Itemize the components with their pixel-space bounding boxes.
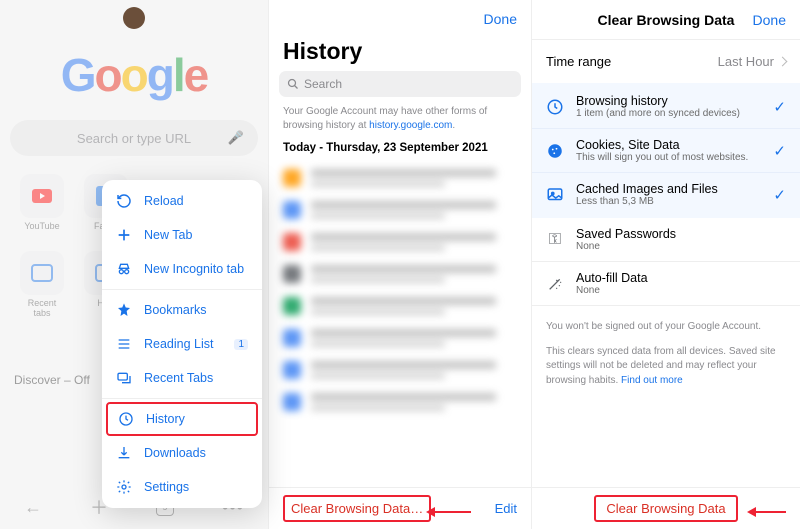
- history-item[interactable]: [269, 386, 531, 418]
- date-header: Today - Thursday, 23 September 2021: [269, 136, 531, 162]
- clear-browsing-data-button[interactable]: Clear Browsing Data…: [283, 495, 431, 522]
- recent-icon: [116, 370, 132, 386]
- done-button[interactable]: Done: [484, 11, 517, 27]
- gear-icon: [116, 479, 132, 495]
- time-range-label: Time range: [546, 54, 611, 69]
- discover-label: Discover – Off: [14, 373, 90, 387]
- back-button[interactable]: ←: [24, 497, 42, 518]
- history-google-link[interactable]: history.google.com: [369, 120, 452, 131]
- reading-badge: 1: [234, 339, 248, 350]
- options-selected-group: Browsing history1 item (and more on sync…: [532, 83, 800, 218]
- plus-icon: [116, 227, 132, 243]
- history-footer: Clear Browsing Data… Edit: [269, 487, 531, 529]
- history-item[interactable]: [269, 194, 531, 226]
- history-note: Your Google Account may have other forms…: [269, 97, 531, 136]
- omnibox-placeholder: Search or type URL: [77, 131, 191, 146]
- menu-settings[interactable]: Settings: [102, 470, 262, 504]
- cookie-icon: [546, 142, 564, 160]
- annotation-arrow: [426, 507, 471, 517]
- find-out-more-link[interactable]: Find out more: [621, 375, 683, 386]
- clear-data-panel: Clear Browsing Data Done Time range Last…: [532, 0, 800, 529]
- wand-icon: [546, 275, 564, 293]
- tile-youtube[interactable]: YouTube: [20, 174, 64, 231]
- time-range-value: Last Hour: [718, 54, 786, 69]
- search-placeholder: Search: [304, 77, 342, 91]
- history-item[interactable]: [269, 226, 531, 258]
- time-range-row[interactable]: Time range Last Hour: [532, 40, 800, 83]
- star-icon: [116, 302, 132, 318]
- history-icon: [118, 411, 134, 427]
- download-icon: [116, 445, 132, 461]
- note-sync: This clears synced data from all devices…: [532, 341, 800, 395]
- clear-data-title: Clear Browsing Data: [598, 12, 735, 28]
- chrome-ntp-panel: Google Search or type URL 🎤 YouTube Fac……: [0, 0, 268, 529]
- avatar[interactable]: [123, 7, 145, 29]
- menu-incognito[interactable]: New Incognito tab: [102, 252, 262, 286]
- tile-recent-tabs[interactable]: Recent tabs: [20, 251, 64, 318]
- google-logo: Google: [0, 48, 268, 102]
- history-icon: [546, 98, 564, 116]
- menu-bookmarks[interactable]: Bookmarks: [102, 293, 262, 327]
- opt-cookies[interactable]: Cookies, Site DataThis will sign you out…: [532, 129, 800, 173]
- image-icon: [546, 186, 564, 204]
- opt-browsing-history[interactable]: Browsing history1 item (and more on sync…: [532, 85, 800, 129]
- history-item[interactable]: [269, 322, 531, 354]
- opt-cache[interactable]: Cached Images and FilesLess than 5,3 MB …: [532, 173, 800, 216]
- note-signout: You won't be signed out of your Google A…: [532, 306, 800, 341]
- mic-icon[interactable]: 🎤: [228, 130, 244, 146]
- menu-readinglist[interactable]: Reading List 1: [102, 327, 262, 361]
- menu-recenttabs[interactable]: Recent Tabs: [102, 361, 262, 395]
- check-icon: ✓: [773, 98, 786, 116]
- omnibox[interactable]: Search or type URL 🎤: [10, 120, 258, 156]
- key-icon: ⚿: [546, 231, 564, 249]
- menu-newtab[interactable]: New Tab: [102, 218, 262, 252]
- check-icon: ✓: [773, 142, 786, 160]
- menu-history-highlight: History: [106, 402, 258, 436]
- search-icon: [287, 78, 299, 90]
- opt-passwords[interactable]: ⚿ Saved PasswordsNone: [532, 218, 800, 262]
- annotation-arrow: [747, 507, 786, 517]
- clear-data-header: Clear Browsing Data Done: [532, 0, 800, 40]
- history-list: [269, 162, 531, 418]
- list-icon: [116, 336, 132, 352]
- clear-browsing-data-button[interactable]: Clear Browsing Data: [594, 495, 737, 522]
- options-unselected-group: ⚿ Saved PasswordsNone Auto-fill DataNone: [532, 218, 800, 306]
- done-button[interactable]: Done: [753, 12, 786, 28]
- history-edit-button[interactable]: Edit: [495, 501, 517, 516]
- recent-icon: [31, 264, 53, 282]
- history-item[interactable]: [269, 354, 531, 386]
- chevron-right-icon: [778, 57, 788, 67]
- check-icon: ✓: [773, 186, 786, 204]
- reload-icon: [116, 193, 132, 209]
- menu-history[interactable]: History: [108, 404, 256, 434]
- youtube-icon: [32, 189, 52, 203]
- history-item[interactable]: [269, 162, 531, 194]
- menu-downloads[interactable]: Downloads: [102, 436, 262, 470]
- chrome-menu: Reload New Tab New Incognito tab Bookmar…: [102, 180, 262, 508]
- history-panel: Done History Search Your Google Account …: [268, 0, 532, 529]
- history-search[interactable]: Search: [279, 71, 521, 97]
- history-item[interactable]: [269, 290, 531, 322]
- incognito-icon: [116, 261, 132, 277]
- menu-reload[interactable]: Reload: [102, 184, 262, 218]
- history-item[interactable]: [269, 258, 531, 290]
- opt-autofill[interactable]: Auto-fill DataNone: [532, 262, 800, 306]
